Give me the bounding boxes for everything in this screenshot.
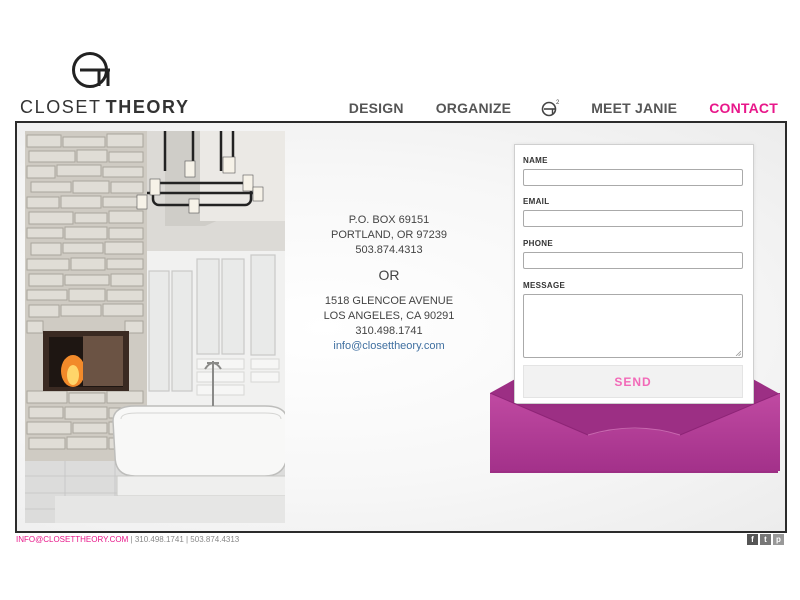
svg-text:2: 2 <box>556 100 560 106</box>
address-block: P.O. BOX 69151 PORTLAND, OR 97239 503.87… <box>293 213 485 354</box>
resize-grip-icon[interactable] <box>735 350 741 356</box>
footer-phone-1: 310.498.1741 <box>134 535 184 544</box>
twitter-icon[interactable]: t <box>760 534 771 545</box>
nav-contact[interactable]: CONTACT <box>709 100 778 116</box>
brand-name-bold: THEORY <box>105 97 190 117</box>
nav-meet-janie[interactable]: MEET JANIE <box>591 100 677 116</box>
message-field[interactable] <box>523 294 743 358</box>
email-label: EMAIL <box>523 197 550 206</box>
la-phone: 310.498.1741 <box>355 325 423 337</box>
phone-label: PHONE <box>523 239 553 248</box>
portland-address-line1: P.O. BOX 69151 <box>348 214 430 226</box>
contact-form: NAME EMAIL PHONE MESSAGE SEND <box>514 144 754 404</box>
phone-field[interactable] <box>523 252 743 269</box>
email-field[interactable] <box>523 210 743 227</box>
address-or: OR <box>378 267 400 283</box>
nav-design[interactable]: DESIGN <box>349 100 404 116</box>
main-nav: DESIGN ORGANIZE 2 MEET JANIE CONTACT <box>349 98 778 118</box>
content-frame: P.O. BOX 69151 PORTLAND, OR 97239 503.87… <box>15 121 787 533</box>
brand-name-light: CLOSET <box>20 97 102 117</box>
logo[interactable]: CLOSET THEORY <box>20 52 188 117</box>
closet-theory-logo-icon <box>72 52 110 88</box>
facebook-icon[interactable]: f <box>747 534 758 545</box>
email-link[interactable]: info@closettheory.com <box>293 339 485 354</box>
la-address-line1: 1518 GLENCOE AVENUE <box>324 295 454 307</box>
ct-squared-icon[interactable]: 2 <box>541 98 561 118</box>
name-field[interactable] <box>523 169 743 186</box>
message-label: MESSAGE <box>523 281 566 290</box>
brand-name: CLOSET THEORY <box>20 97 190 118</box>
nav-organize[interactable]: ORGANIZE <box>436 100 512 116</box>
portland-phone: 503.874.4313 <box>355 244 423 256</box>
la-address-line2: LOS ANGELES, CA 90291 <box>323 310 455 322</box>
portland-address-line2: PORTLAND, OR 97239 <box>331 229 447 241</box>
envelope-front <box>490 393 780 471</box>
footer-phone-2: 503.874.4313 <box>190 535 240 544</box>
footer-email[interactable]: INFO@CLOSETTHEORY.COM <box>16 535 128 544</box>
pinterest-icon[interactable]: p <box>773 534 784 545</box>
social-links: f t p <box>747 534 784 545</box>
bathroom-photo <box>25 131 285 523</box>
footer-contact: INFO@CLOSETTHEORY.COM | 310.498.1741 | 5… <box>16 535 239 544</box>
name-label: NAME <box>523 156 548 165</box>
